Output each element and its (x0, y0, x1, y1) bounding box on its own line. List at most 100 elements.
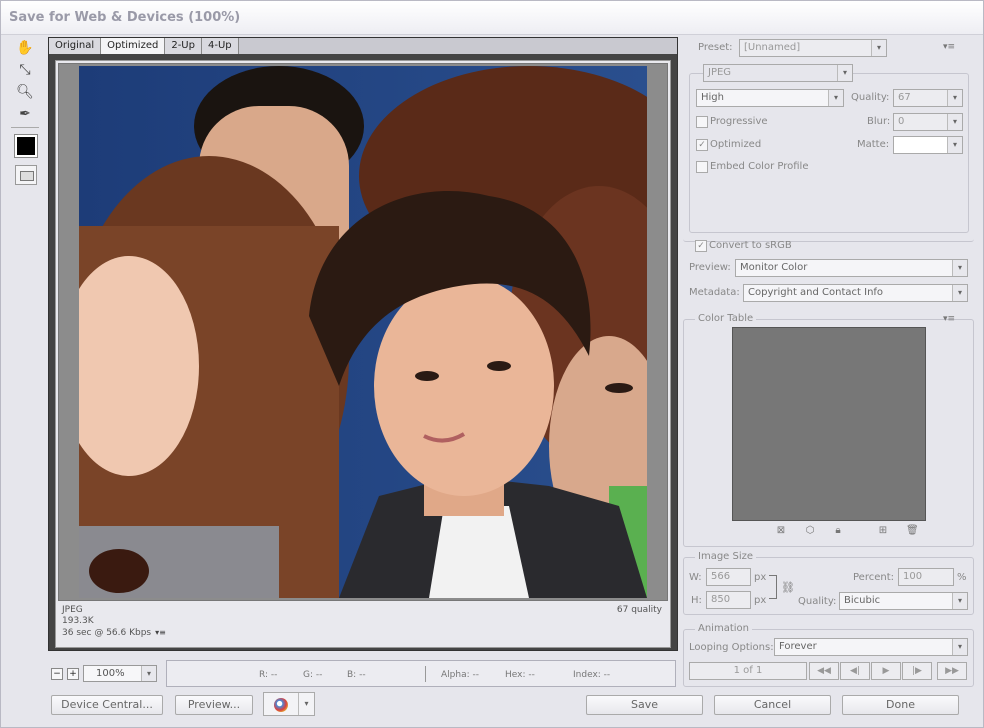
map-transparency-icon[interactable]: ⊠ (775, 525, 787, 537)
percent-label: Percent: (853, 572, 894, 583)
height-field[interactable]: 850 (706, 591, 751, 609)
percent-field[interactable]: 100 (898, 568, 954, 586)
zoom-level-value: 100% (96, 668, 125, 679)
file-format-value: JPEG (708, 67, 732, 78)
image-size-title: Image Size (695, 551, 757, 562)
preview-label: Preview: (689, 262, 731, 273)
percent-unit: % (957, 572, 967, 583)
zoom-level-select[interactable]: 100% ▾ (83, 665, 157, 682)
web-shift-icon[interactable]: ⬡ (804, 525, 816, 537)
blur-label: Blur: (867, 116, 891, 127)
hand-tool-icon[interactable]: ✋ (13, 37, 37, 59)
title-bar: Save for Web & Devices (100%) (1, 1, 983, 35)
previous-frame-button[interactable]: ◀| (840, 662, 870, 680)
save-button[interactable]: Save (586, 695, 703, 715)
blur-field[interactable]: 0 ▾ (893, 113, 963, 131)
preview-mode-select[interactable]: Monitor Color ▾ (735, 259, 968, 277)
play-button[interactable]: ▶ (871, 662, 901, 680)
chevron-down-icon: ▾ (952, 593, 967, 609)
resample-quality-value: Bicubic (844, 595, 881, 606)
preset-value: [Unnamed] (744, 42, 801, 53)
link-icon[interactable]: ⛓︎ (781, 581, 795, 594)
eyedropper-tool-icon[interactable]: ✒ (13, 103, 37, 125)
image-viewer: Original Optimized 2-Up 4-Up JPEG 193.3K… (48, 37, 678, 651)
tab-original[interactable]: Original (49, 38, 102, 54)
height-unit: px (754, 595, 767, 606)
chevron-down-icon: ▾ (952, 639, 967, 655)
optimization-info: JPEG 193.3K 36 sec @ 56.6 Kbps ▾≡ (62, 605, 166, 639)
add-color-icon[interactable]: ⊞ (877, 525, 889, 537)
progressive-label: Progressive (710, 116, 768, 127)
height-value: 850 (711, 594, 731, 605)
optimized-label: Optimized (710, 139, 762, 150)
readout-divider (425, 666, 426, 682)
done-button[interactable]: Done (842, 695, 959, 715)
toggle-slices-visibility-icon[interactable] (15, 165, 37, 185)
height-label: H: (691, 595, 702, 606)
zoom-out-button[interactable]: − (51, 667, 63, 680)
embed-color-profile-checkbox[interactable] (696, 161, 708, 173)
resample-quality-select[interactable]: Bicubic ▾ (839, 592, 968, 610)
optimize-menu-icon[interactable]: ▾≡ (943, 42, 955, 52)
eyedropper-color-swatch[interactable] (14, 134, 38, 158)
animation-title: Animation (695, 623, 752, 634)
last-frame-button[interactable]: ▶▶ (937, 662, 967, 680)
constrain-bracket (769, 575, 777, 599)
looping-options-select[interactable]: Forever ▾ (774, 638, 968, 656)
compression-quality-select[interactable]: High ▾ (696, 89, 844, 107)
looping-options-label: Looping Options: (689, 642, 774, 653)
embed-color-profile-label: Embed Color Profile (710, 161, 809, 172)
readout-g: G: -- (303, 670, 323, 680)
first-frame-button[interactable]: ◀◀ (809, 662, 839, 680)
file-format-select[interactable]: JPEG ▾ (703, 64, 853, 82)
save-for-web-dialog: Save for Web & Devices (100%) ✋ ⤡ 🔍︎ ✒ O… (0, 0, 984, 728)
preview-in-browser-button[interactable]: ▾ (263, 692, 315, 716)
readout-alpha: Alpha: -- (441, 670, 479, 680)
preview-button[interactable]: Preview... (175, 695, 253, 715)
chevron-down-icon: ▾ (947, 137, 962, 153)
cancel-button[interactable]: Cancel (714, 695, 831, 715)
device-central-button[interactable]: Device Central... (51, 695, 163, 715)
lock-color-icon[interactable]: 🔒︎ (832, 525, 844, 537)
info-quality: 67 quality (616, 605, 662, 615)
quality-value: 67 (898, 92, 911, 103)
matte-select[interactable]: ▾ (893, 136, 963, 154)
preview-mode-value: Monitor Color (740, 262, 808, 273)
width-label: W: (689, 572, 702, 583)
download-speed-menu-icon[interactable]: ▾≡ (155, 627, 166, 638)
color-table-swatches[interactable] (732, 327, 926, 521)
metadata-select[interactable]: Copyright and Contact Info ▾ (743, 284, 968, 302)
looping-options-value: Forever (779, 641, 817, 652)
chevron-down-icon: ▾ (871, 40, 886, 56)
tab-2-up[interactable]: 2-Up (165, 38, 202, 54)
tab-4-up[interactable]: 4-Up (201, 38, 239, 54)
chevron-down-icon: ▾ (298, 693, 314, 715)
chevron-down-icon: ▾ (952, 260, 967, 276)
tool-divider (11, 127, 39, 128)
preview-canvas[interactable] (58, 63, 668, 601)
tool-column: ✋ ⤡ 🔍︎ ✒ (9, 37, 41, 187)
metadata-label: Metadata: (689, 287, 740, 298)
readout-hex: Hex: -- (505, 670, 535, 680)
next-frame-button[interactable]: |▶ (902, 662, 932, 680)
delete-color-icon[interactable]: 🗑︎ (906, 525, 919, 537)
optimized-checkbox[interactable]: ✓ (696, 139, 708, 151)
width-field[interactable]: 566 (706, 568, 751, 586)
preset-label: Preset: (698, 42, 733, 53)
width-unit: px (754, 572, 767, 583)
quality-field[interactable]: 67 ▾ (893, 89, 963, 107)
tab-optimized[interactable]: Optimized (101, 38, 166, 54)
view-tabs: Original Optimized 2-Up 4-Up (49, 38, 677, 54)
preset-select[interactable]: [Unnamed] ▾ (739, 39, 887, 57)
chevron-down-icon: ▾ (828, 90, 843, 106)
progressive-checkbox[interactable] (696, 116, 708, 128)
zoom-in-button[interactable]: + (67, 667, 79, 680)
color-readouts: R: -- G: -- B: -- Alpha: -- Hex: -- Inde… (166, 660, 676, 687)
slice-select-tool-icon[interactable]: ⤡ (13, 59, 37, 81)
color-table-menu-icon[interactable]: ▾≡ (943, 314, 955, 324)
zoom-tool-icon[interactable]: 🔍︎ (13, 81, 37, 103)
chevron-down-icon: ▾ (837, 65, 852, 81)
convert-srgb-checkbox[interactable]: ✓ (695, 240, 707, 252)
compression-quality-value: High (701, 92, 724, 103)
blur-value: 0 (898, 116, 905, 127)
